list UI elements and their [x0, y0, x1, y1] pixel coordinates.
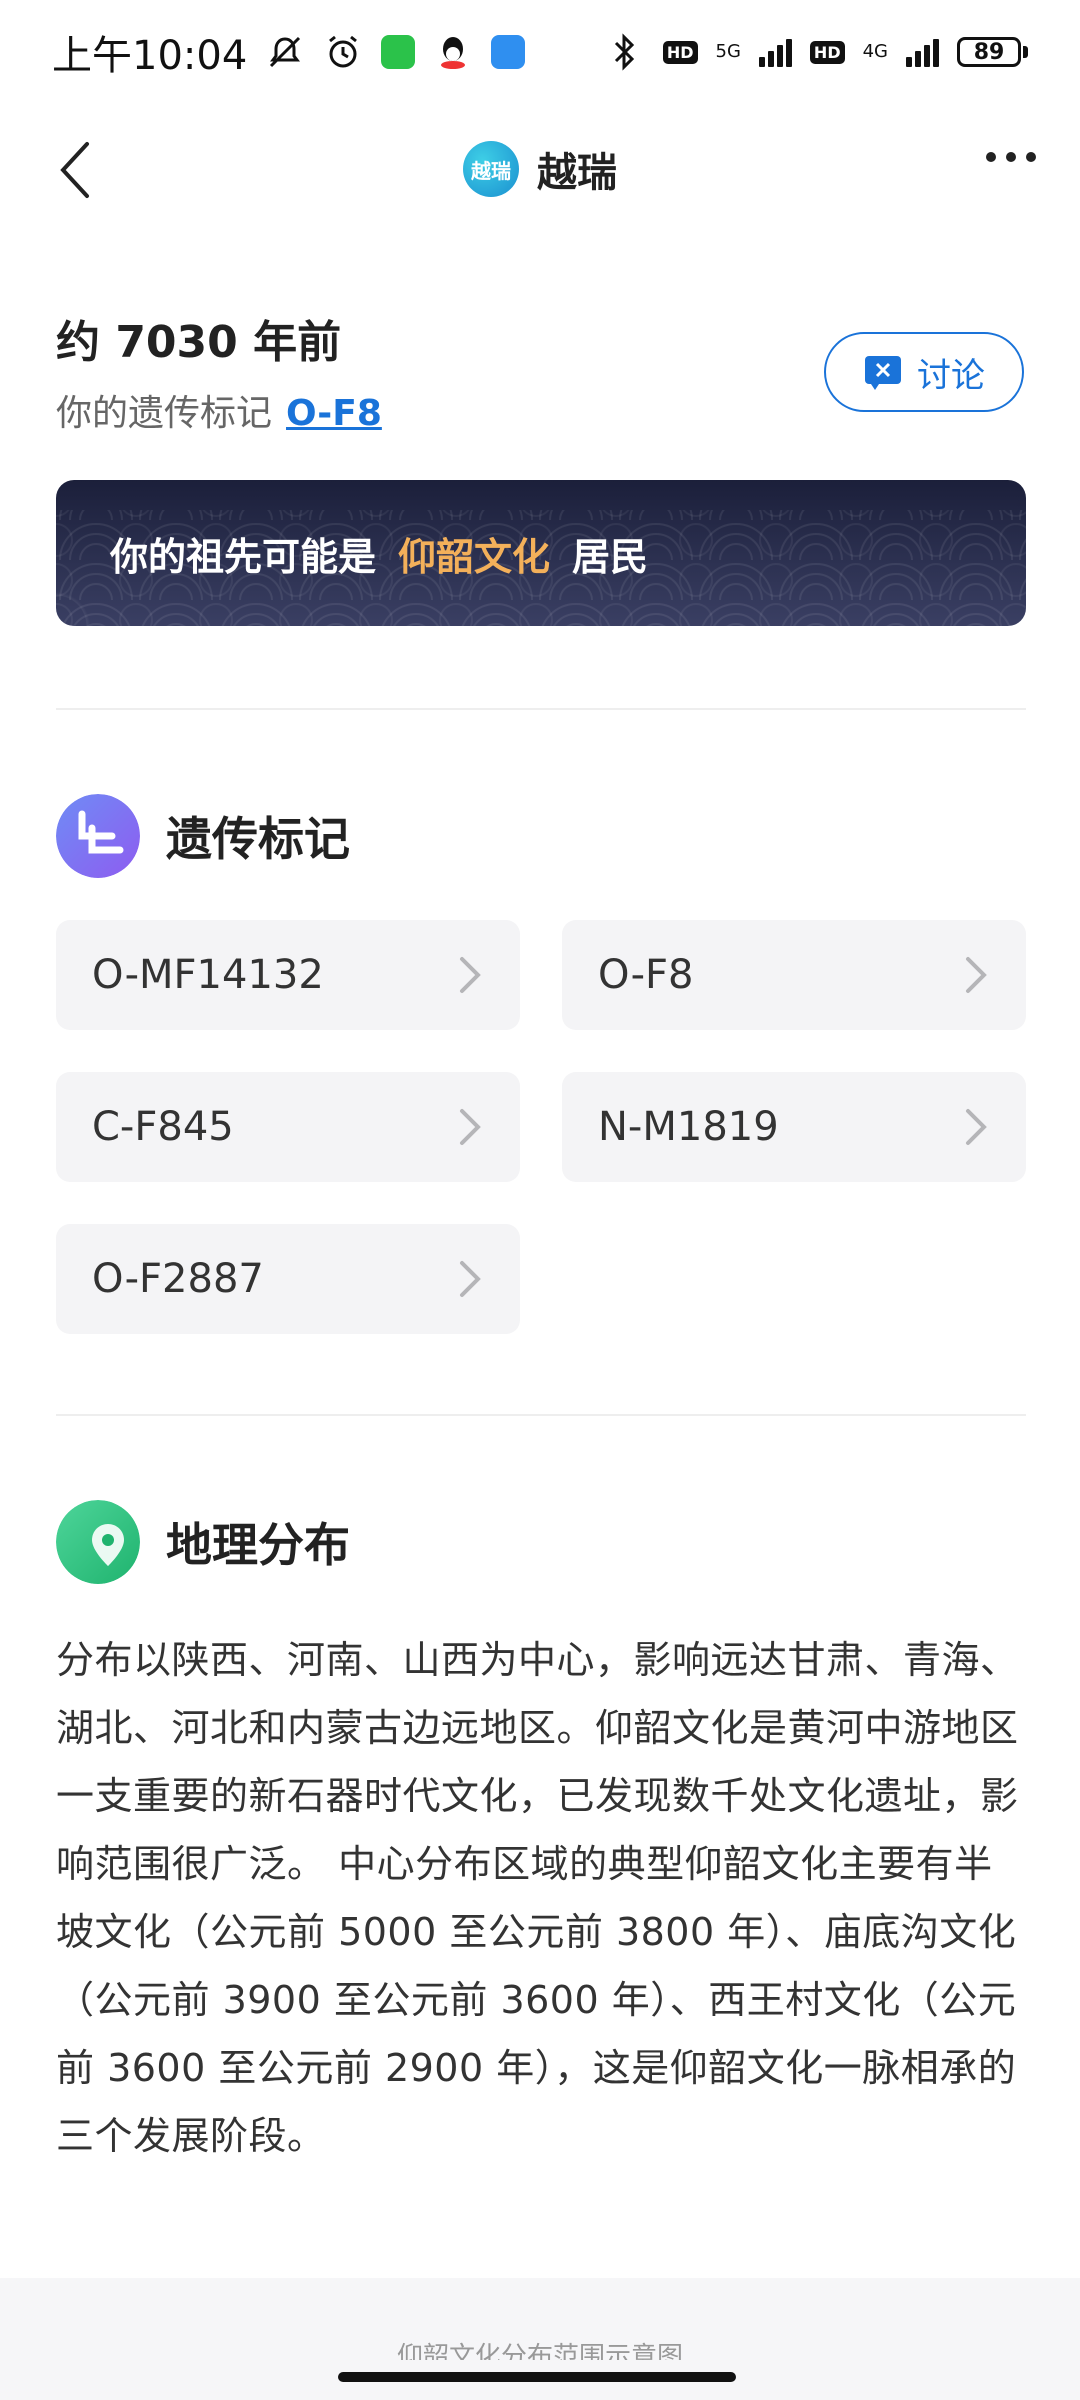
signal-icon: [758, 37, 792, 67]
markers-section-title: 遗传标记: [166, 812, 350, 866]
marker-card-o-f8[interactable]: O-F8: [562, 920, 1026, 1030]
mute-bell-icon: [265, 32, 305, 72]
hd-badge-2: HD: [809, 40, 845, 64]
battery-icon: 89: [957, 37, 1028, 67]
marker-card-label: O-F8: [598, 952, 694, 998]
marker-card-label: O-F2887: [92, 1256, 264, 1302]
home-indicator[interactable]: [338, 2372, 736, 2382]
era-text: 约 7030 年前: [56, 317, 342, 368]
divider: [56, 1414, 1026, 1416]
chevron-right-icon: [460, 1261, 481, 1297]
status-bar: 上午10:04 HD 5G HD 4G 89: [0, 0, 1080, 104]
banner-prefix: 你的祖先可能是: [110, 534, 377, 579]
alarm-icon: [323, 32, 363, 72]
chevron-right-icon: [966, 1109, 987, 1145]
divider: [56, 708, 1026, 710]
chevron-right-icon: [460, 1109, 481, 1145]
ancestor-banner: 你的祖先可能是 仰韶文化 居民: [56, 480, 1026, 626]
discuss-label: 讨论: [917, 355, 985, 396]
bluetooth-icon: [605, 32, 645, 72]
marker-label: 你的遗传标记: [56, 393, 273, 434]
status-time: 上午10:04: [52, 33, 248, 79]
marker-card-label: N-M1819: [598, 1104, 779, 1150]
wechat-icon: [381, 35, 416, 69]
discuss-icon: [865, 356, 901, 390]
marker-card-label: O-MF14132: [92, 952, 324, 998]
banner-culture: 仰韶文化: [398, 534, 551, 579]
marker-card-label: C-F845: [92, 1104, 234, 1150]
more-options-button[interactable]: [986, 152, 1036, 162]
geo-section-header: 地理分布: [56, 1500, 350, 1584]
hd-badge: HD: [662, 40, 698, 64]
location-pin-icon: [56, 1500, 140, 1584]
marker-line: 你的遗传标记 O-F8: [56, 384, 382, 436]
marker-card-c-f845[interactable]: C-F845: [56, 1072, 520, 1182]
markers-section-header: 遗传标记: [56, 794, 350, 878]
genetic-marker-icon: [56, 794, 140, 878]
qq-icon: [433, 32, 473, 72]
app-icon: [491, 35, 526, 69]
page-title: 越瑞: [537, 150, 617, 196]
map-caption: 仰韶文化分布范围示意图: [396, 2342, 683, 2360]
network-4g: 4G: [862, 41, 888, 62]
marker-link[interactable]: O-F8: [286, 393, 382, 434]
geo-section-title: 地理分布: [166, 1518, 350, 1572]
geo-description: 分布以陕西、河南、山西为中心，影响远达甘肃、青海、湖北、河北和内蒙古边远地区。仰…: [56, 1638, 1019, 2158]
marker-card-o-mf14132[interactable]: O-MF14132: [56, 920, 520, 1030]
battery-level: 89: [957, 37, 1021, 67]
marker-card-o-f2887[interactable]: O-F2887: [56, 1224, 520, 1334]
discuss-button[interactable]: 讨论: [824, 332, 1024, 412]
nav-bar: 越瑞 越瑞: [0, 120, 1080, 220]
chevron-right-icon: [966, 957, 987, 993]
banner-suffix: 居民: [572, 534, 649, 579]
chevron-right-icon: [460, 957, 481, 993]
culture-logo: 越瑞: [463, 141, 519, 197]
network-5g: 5G: [715, 41, 741, 62]
signal-icon-2: [906, 37, 939, 67]
marker-card-n-m1819[interactable]: N-M1819: [562, 1072, 1026, 1182]
